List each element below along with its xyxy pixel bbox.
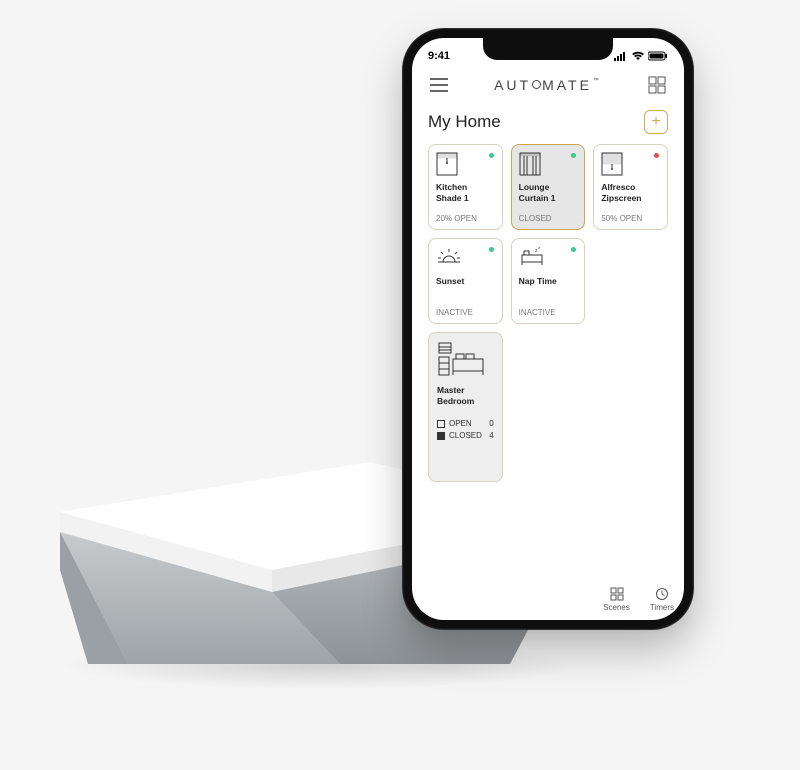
open-label: OPEN bbox=[449, 419, 472, 428]
shade-icon bbox=[436, 152, 495, 178]
svg-text:z: z bbox=[538, 246, 540, 250]
tile-name: Nap Time bbox=[519, 276, 578, 287]
status-dot bbox=[489, 247, 494, 252]
tile-name: Kitchen Shade 1 bbox=[436, 182, 495, 203]
nav-timers-label: Timers bbox=[650, 603, 674, 612]
device-tile-kitchen-shade[interactable]: Kitchen Shade 1 20% OPEN bbox=[428, 144, 503, 230]
nav-scenes[interactable]: Scenes bbox=[603, 587, 630, 612]
bedroom-icon bbox=[437, 341, 494, 379]
brand-o-icon bbox=[532, 80, 541, 89]
page-title: My Home bbox=[428, 112, 501, 132]
room-open-row: OPEN 0 bbox=[437, 419, 494, 428]
device-tile-alfresco-zipscreen[interactable]: Alfresco Zipscreen 50% OPEN bbox=[593, 144, 668, 230]
nap-icon: zz bbox=[519, 246, 578, 272]
plus-icon: + bbox=[651, 113, 660, 131]
tile-name: Alfresco Zipscreen bbox=[601, 182, 660, 203]
brand-logo: AUT MATE ™ bbox=[494, 77, 602, 93]
scenes-icon bbox=[610, 587, 624, 601]
tile-status: INACTIVE bbox=[519, 308, 578, 317]
phone-screen: 9:41 AUT MATE ™ My Home bbox=[412, 38, 684, 620]
tile-status: 50% OPEN bbox=[601, 214, 660, 223]
add-button[interactable]: + bbox=[644, 110, 668, 134]
brand-tm: ™ bbox=[593, 78, 602, 84]
room-closed-row: CLOSED 4 bbox=[437, 431, 494, 440]
app-bar: AUT MATE ™ bbox=[412, 68, 684, 106]
scene-tile-sunset[interactable]: Sunset INACTIVE bbox=[428, 238, 503, 324]
hub-shadow bbox=[60, 640, 580, 690]
tile-name: Sunset bbox=[436, 276, 495, 287]
room-name: Master Bedroom bbox=[437, 385, 494, 406]
brand-text-pre: AUT bbox=[494, 77, 531, 93]
status-icons bbox=[614, 51, 668, 61]
tile-status: 20% OPEN bbox=[436, 214, 495, 223]
menu-button[interactable] bbox=[428, 74, 450, 96]
bottom-nav: Scenes Timers bbox=[603, 587, 674, 612]
tile-status: CLOSED bbox=[519, 214, 578, 223]
battery-icon bbox=[648, 51, 668, 61]
tile-name: Lounge Curtain 1 bbox=[519, 182, 578, 203]
device-tile-lounge-curtain[interactable]: Lounge Curtain 1 CLOSED bbox=[511, 144, 586, 230]
hamburger-icon bbox=[430, 78, 448, 92]
closed-count: 4 bbox=[489, 431, 493, 440]
room-tile-master-bedroom[interactable]: Master Bedroom OPEN 0 CLOSED 4 bbox=[428, 332, 503, 482]
open-count: 0 bbox=[489, 419, 493, 428]
curtain-icon bbox=[519, 152, 578, 178]
grid-icon bbox=[648, 76, 666, 94]
nav-scenes-label: Scenes bbox=[603, 603, 630, 612]
scene-tile-nap-time[interactable]: zz Nap Time INACTIVE bbox=[511, 238, 586, 324]
phone-frame: 9:41 AUT MATE ™ My Home bbox=[402, 28, 694, 630]
sunset-icon bbox=[436, 246, 495, 272]
wifi-icon bbox=[631, 51, 645, 61]
timers-icon bbox=[655, 587, 669, 601]
status-dot bbox=[489, 153, 494, 158]
status-dot bbox=[654, 153, 659, 158]
phone-notch bbox=[483, 38, 613, 60]
status-time: 9:41 bbox=[428, 50, 450, 62]
closed-label: CLOSED bbox=[449, 431, 482, 440]
nav-timers[interactable]: Timers bbox=[650, 587, 674, 612]
brand-text-post: MATE bbox=[542, 77, 592, 93]
signal-icon bbox=[614, 51, 628, 61]
tile-status: INACTIVE bbox=[436, 308, 495, 317]
shade-icon bbox=[601, 152, 660, 178]
device-grid: Kitchen Shade 1 20% OPEN Lounge Curtain … bbox=[428, 144, 668, 324]
grid-view-button[interactable] bbox=[646, 74, 668, 96]
